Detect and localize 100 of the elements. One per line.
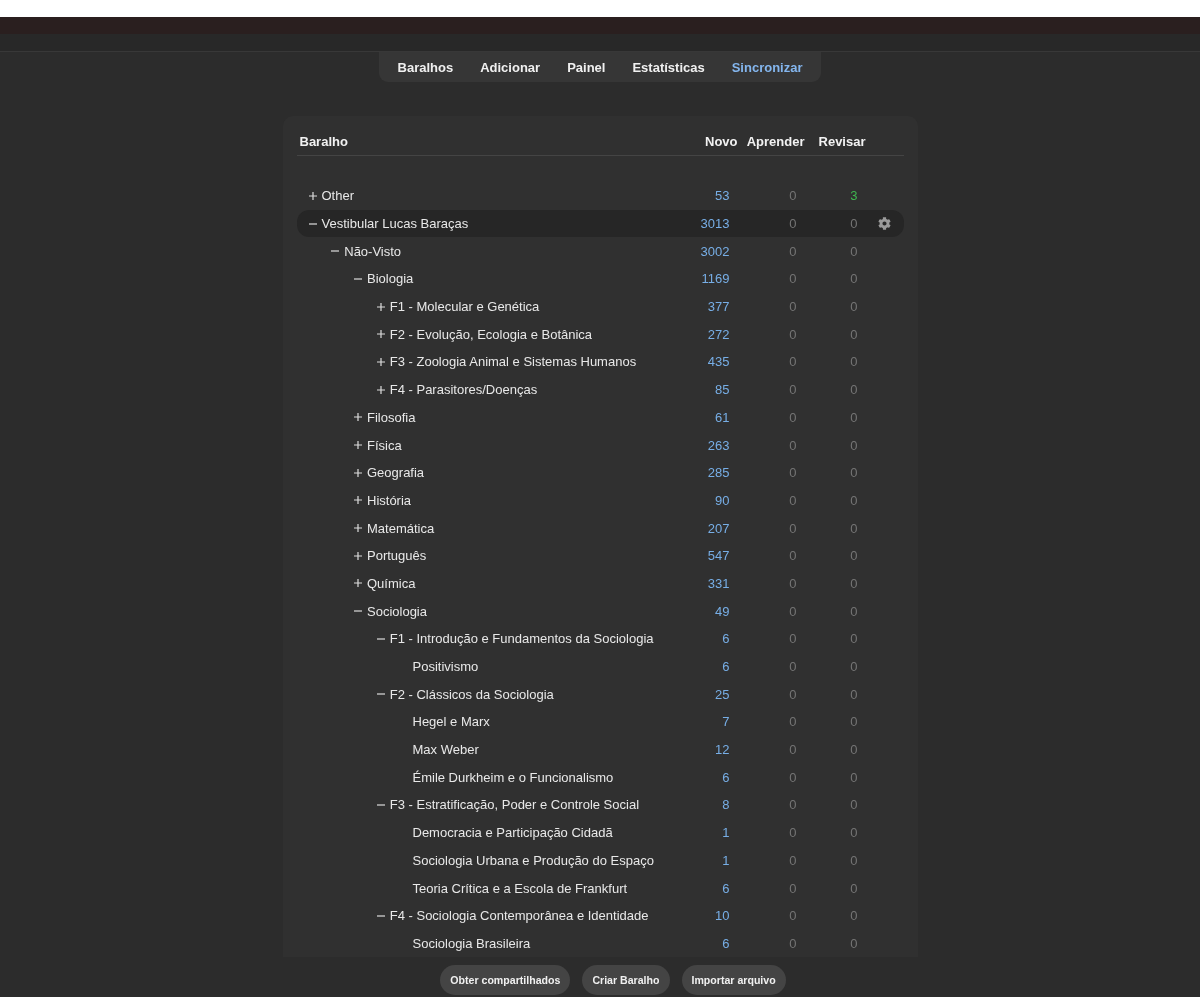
tab[interactable]: Baralhos bbox=[384, 52, 467, 82]
deck-row[interactable]: Geografia 285 0 0 bbox=[296, 458, 904, 487]
minus-icon[interactable] bbox=[376, 803, 385, 806]
new-count: 25 bbox=[715, 686, 731, 702]
gear-icon[interactable] bbox=[878, 217, 891, 231]
review-count: 0 bbox=[850, 880, 859, 896]
tab[interactable]: Estatísticas bbox=[618, 52, 719, 82]
plus-icon[interactable] bbox=[376, 357, 385, 366]
deck-row[interactable]: Other 53 0 3 bbox=[296, 182, 904, 210]
deck-name[interactable]: Émile Durkheim e o Funcionalismo bbox=[412, 769, 614, 785]
deck-row[interactable]: História 90 0 0 bbox=[296, 486, 904, 515]
deck-row[interactable]: Física 263 0 0 bbox=[296, 431, 904, 459]
deck-name[interactable]: F4 - Sociologia Contemporânea e Identidade bbox=[389, 908, 649, 924]
minus-icon[interactable] bbox=[354, 277, 362, 280]
review-count: 0 bbox=[850, 797, 859, 813]
review-count: 0 bbox=[850, 825, 859, 841]
deck-row[interactable]: Positivismo 6 0 0 bbox=[296, 652, 904, 681]
deck-name[interactable]: F4 - Parasitores/Doenças bbox=[389, 382, 538, 398]
deck-name[interactable]: Biologia bbox=[367, 271, 414, 287]
deck-name[interactable]: Não-Visto bbox=[344, 243, 402, 259]
deck-name[interactable]: Português bbox=[367, 548, 427, 564]
deck-row[interactable]: Sociologia Brasileira 6 0 0 bbox=[296, 929, 904, 957]
deck-row[interactable]: F2 - Evolução, Ecologia e Botânica 272 0 0 bbox=[296, 320, 904, 349]
plus-icon[interactable] bbox=[354, 579, 362, 588]
deck-row[interactable]: Não-Visto 3002 0 0 bbox=[296, 237, 904, 266]
deck-row[interactable]: Sociologia 49 0 0 bbox=[296, 597, 904, 625]
deck-row[interactable]: Sociologia Urbana e Produção do Espaço 1 0 0 bbox=[296, 846, 904, 875]
deck-row[interactable]: F3 - Zoologia Animal e Sistemas Humanos 435 0 0 bbox=[296, 348, 904, 376]
new-count: 61 bbox=[715, 409, 731, 425]
action-button[interactable]: Importar arquivo bbox=[681, 965, 786, 995]
new-count: 6 bbox=[722, 769, 731, 785]
tab[interactable]: Painel bbox=[553, 52, 619, 82]
action-button[interactable]: Criar Baralho bbox=[582, 965, 670, 995]
deck-name[interactable]: Filosofia bbox=[367, 409, 416, 425]
plus-icon[interactable] bbox=[308, 191, 317, 200]
deck-name[interactable]: Sociologia Urbana e Produção do Espaço bbox=[412, 852, 654, 868]
deck-name[interactable]: Matemática bbox=[367, 520, 435, 536]
deck-name[interactable]: F1 - Molecular e Genética bbox=[389, 299, 540, 315]
plus-icon[interactable] bbox=[354, 524, 362, 533]
action-button[interactable]: Obter compartilhados bbox=[440, 965, 571, 995]
plus-icon[interactable] bbox=[354, 468, 362, 477]
deck-name[interactable]: Sociologia bbox=[367, 603, 427, 619]
plus-icon[interactable] bbox=[354, 441, 362, 450]
deck-name[interactable]: F2 - Evolução, Ecologia e Botânica bbox=[389, 326, 593, 342]
deck-name[interactable]: F3 - Estratificação, Poder e Controle Social bbox=[389, 797, 640, 813]
minus-icon[interactable] bbox=[308, 222, 317, 225]
new-count: 85 bbox=[715, 382, 731, 398]
deck-name[interactable]: Teoria Crítica e a Escola de Frankfurt bbox=[412, 880, 628, 896]
deck-row[interactable]: Matemática 207 0 0 bbox=[296, 514, 904, 542]
plus-icon[interactable] bbox=[354, 413, 362, 422]
deck-name[interactable]: Democracia e Participação Cidadã bbox=[412, 825, 613, 841]
minus-icon[interactable] bbox=[376, 693, 385, 696]
deck-row[interactable]: Émile Durkheim e o Funcionalismo 6 0 0 bbox=[296, 763, 904, 792]
deck-name[interactable]: Sociologia Brasileira bbox=[412, 935, 531, 951]
plus-icon[interactable] bbox=[354, 551, 362, 560]
review-count: 0 bbox=[850, 409, 859, 425]
deck-name[interactable]: F2 - Clássicos da Sociologia bbox=[389, 686, 554, 702]
minus-icon[interactable] bbox=[331, 250, 340, 253]
deck-row[interactable]: Teoria Crítica e a Escola de Frankfurt 6 0 0 bbox=[296, 874, 904, 902]
minus-icon[interactable] bbox=[376, 637, 385, 640]
deck-row[interactable]: Biologia 1169 0 0 bbox=[296, 265, 904, 293]
learn-count: 0 bbox=[789, 631, 798, 647]
deck-row[interactable]: F3 - Estratificação, Poder e Controle Social 8 0 0 bbox=[296, 791, 904, 819]
minus-icon[interactable] bbox=[354, 610, 362, 613]
deck-name[interactable]: Max Weber bbox=[412, 742, 479, 758]
deck-name[interactable]: F1 - Introdução e Fundamentos da Sociologia bbox=[389, 631, 654, 647]
deck-row[interactable]: Max Weber 12 0 0 bbox=[296, 735, 904, 764]
learn-count: 0 bbox=[789, 492, 798, 508]
deck-name[interactable]: F3 - Zoologia Animal e Sistemas Humanos bbox=[389, 354, 637, 370]
deck-row[interactable]: F4 - Sociologia Contemporânea e Identidade 10 0 0 bbox=[296, 901, 904, 930]
tab[interactable]: Adicionar bbox=[466, 52, 554, 82]
deck-row[interactable]: Hegel e Marx 7 0 0 bbox=[296, 708, 904, 736]
deck-name[interactable]: Química bbox=[367, 575, 416, 591]
deck-row[interactable]: F2 - Clássicos da Sociologia 25 0 0 bbox=[296, 680, 904, 709]
deck-row[interactable]: Química 331 0 0 bbox=[296, 569, 904, 598]
learn-count: 0 bbox=[789, 742, 798, 758]
deck-name[interactable]: Positivismo bbox=[412, 659, 479, 675]
deck-row[interactable]: Vestibular Lucas Baraças 3013 0 0 bbox=[296, 209, 904, 238]
review-count: 0 bbox=[850, 465, 859, 481]
deck-name[interactable]: História bbox=[367, 492, 412, 508]
plus-icon[interactable] bbox=[376, 302, 385, 311]
deck-name[interactable]: Vestibular Lucas Baraças bbox=[321, 216, 469, 232]
new-count: 90 bbox=[715, 492, 731, 508]
deck-name[interactable]: Hegel e Marx bbox=[412, 714, 490, 730]
deck-row[interactable]: F1 - Introdução e Fundamentos da Sociologia 6 0 0 bbox=[296, 625, 904, 653]
plus-icon[interactable] bbox=[354, 496, 362, 505]
deck-row[interactable]: F4 - Parasitores/Doenças 85 0 0 bbox=[296, 375, 904, 404]
deck-name[interactable]: Other bbox=[321, 188, 354, 204]
deck-name[interactable]: Geografia bbox=[367, 465, 425, 481]
deck-row[interactable]: F1 - Molecular e Genética 377 0 0 bbox=[296, 292, 904, 321]
new-count: 8 bbox=[722, 797, 731, 813]
deck-row[interactable]: Filosofia 61 0 0 bbox=[296, 403, 904, 432]
deck-row[interactable]: Democracia e Participação Cidadã 1 0 0 bbox=[296, 818, 904, 847]
tab[interactable]: Sincronizar bbox=[718, 52, 816, 82]
deck-name[interactable]: Física bbox=[367, 437, 402, 453]
minus-icon[interactable] bbox=[376, 914, 385, 917]
deck-row[interactable]: Português 547 0 0 bbox=[296, 541, 904, 570]
learn-count: 0 bbox=[789, 243, 798, 259]
plus-icon[interactable] bbox=[376, 385, 385, 394]
plus-icon[interactable] bbox=[376, 330, 385, 339]
